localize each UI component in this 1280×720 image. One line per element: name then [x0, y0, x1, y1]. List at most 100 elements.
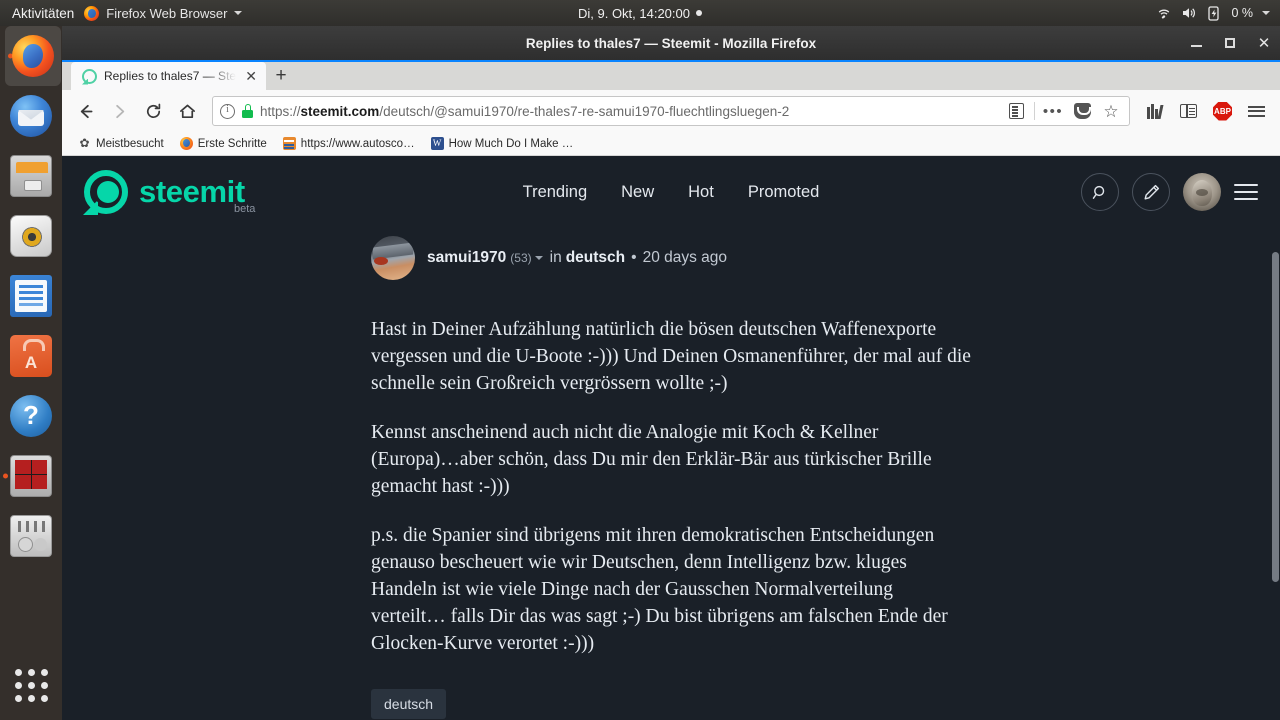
- post-paragraph: Hast in Deiner Aufzählung natürlich die …: [371, 319, 971, 394]
- firefox-icon: [84, 5, 100, 21]
- browser-tab[interactable]: Replies to thales7 — Ste ✕: [71, 62, 267, 90]
- dock-item-settings[interactable]: [0, 506, 62, 566]
- menu-icon[interactable]: [1234, 179, 1258, 205]
- battery-icon: [1208, 6, 1220, 21]
- steemit-header: steemit beta Trending New Hot Promoted: [62, 156, 1280, 228]
- rhythmbox-icon: [10, 215, 52, 257]
- autoscout-icon: [282, 137, 296, 150]
- url-path: /deutsch/@samui1970/re-thales7-re-samui1…: [379, 103, 790, 119]
- author-name[interactable]: samui1970: [427, 249, 506, 267]
- pocket-icon[interactable]: [1071, 100, 1093, 122]
- dock-item-help[interactable]: [0, 386, 62, 446]
- new-tab-button[interactable]: +: [266, 62, 296, 90]
- site-info-icon[interactable]: [220, 103, 235, 119]
- steemit-page: steemit beta Trending New Hot Promoted s…: [62, 156, 1280, 720]
- settings-icon: [10, 515, 52, 557]
- post-header: samui1970 (53) in deutsch • 20 days ago: [371, 228, 971, 280]
- dock-item-files[interactable]: [0, 146, 62, 206]
- tag-deutsch[interactable]: deutsch: [371, 689, 447, 719]
- back-icon[interactable]: [70, 96, 101, 127]
- bookmark-item-erste-schritte[interactable]: Erste Schritte: [174, 135, 273, 152]
- navigation-toolbar: https://steemit.com/deutsch/@samui1970/r…: [62, 90, 1280, 132]
- post-body: Hast in Deiner Aufzählung natürlich die …: [371, 316, 971, 657]
- url-bar[interactable]: https://steemit.com/deutsch/@samui1970/r…: [212, 96, 1130, 126]
- post-paragraph: p.s. die Spanier sind übrigens mit ihren…: [371, 525, 948, 654]
- create-post-icon[interactable]: [1132, 173, 1170, 211]
- site-icon: W: [430, 137, 444, 150]
- window-titlebar: Replies to thales7 — Steemit - Mozilla F…: [62, 26, 1280, 60]
- dock-item-libreoffice-writer[interactable]: [0, 266, 62, 326]
- dock-item-terminal[interactable]: [0, 446, 62, 506]
- steemit-favicon-icon: [82, 68, 97, 84]
- avatar[interactable]: [1183, 173, 1221, 211]
- author-avatar[interactable]: [371, 236, 415, 280]
- firefox-window: Replies to thales7 — Steemit - Mozilla F…: [62, 26, 1280, 720]
- battery-percent-label: 0 %: [1231, 6, 1253, 20]
- files-icon: [10, 155, 52, 197]
- search-icon[interactable]: [1081, 173, 1119, 211]
- help-icon: [10, 395, 52, 437]
- scrollbar-thumb[interactable]: [1272, 252, 1279, 582]
- url-text[interactable]: https://steemit.com/deutsch/@samui1970/r…: [260, 104, 998, 119]
- thunderbird-icon: [10, 95, 52, 137]
- home-icon[interactable]: [172, 96, 203, 127]
- bookmark-star-icon[interactable]: ☆: [1100, 100, 1122, 122]
- post-content-area: samui1970 (53) in deutsch • 20 days ago …: [62, 228, 1280, 719]
- url-host: steemit.com: [300, 103, 380, 119]
- activities-button[interactable]: Aktivitäten: [12, 6, 74, 21]
- nav-item-new[interactable]: New: [621, 183, 654, 202]
- bookmark-label: Meistbesucht: [96, 137, 164, 150]
- window-title: Replies to thales7 — Steemit - Mozilla F…: [525, 35, 817, 51]
- bookmark-item-how-much-do-i-make[interactable]: W How Much Do I Make …: [425, 135, 580, 152]
- status-menu[interactable]: 0 %: [1156, 5, 1270, 21]
- show-applications-button[interactable]: [0, 658, 62, 712]
- reader-mode-icon[interactable]: [1005, 100, 1027, 122]
- firefox-icon: [179, 137, 193, 150]
- lock-icon: [242, 104, 253, 118]
- wifi-icon: [1159, 9, 1170, 19]
- chevron-down-icon[interactable]: [534, 256, 543, 260]
- post-timestamp[interactable]: 20 days ago: [643, 249, 727, 267]
- in-label: in: [549, 249, 562, 266]
- adblock-plus-icon[interactable]: ABP: [1207, 96, 1238, 127]
- close-button[interactable]: ✕: [1256, 35, 1272, 51]
- app-grid-icon: [14, 668, 48, 702]
- app-menu-button[interactable]: Firefox Web Browser: [84, 5, 243, 21]
- tab-title: Replies to thales7 — Ste: [104, 69, 237, 83]
- app-menu-label: Firefox Web Browser: [106, 5, 228, 21]
- toolbar-divider: [1034, 102, 1035, 120]
- bookmarks-toolbar: ✿ Meistbesucht Erste Schritte https://ww…: [62, 132, 1280, 156]
- maximize-button[interactable]: [1222, 35, 1238, 51]
- page-actions-icon[interactable]: •••: [1042, 100, 1064, 122]
- dock-item-thunderbird[interactable]: [0, 86, 62, 146]
- page-scrollbar[interactable]: [1271, 156, 1280, 720]
- post-category[interactable]: deutsch: [566, 249, 625, 267]
- menu-icon[interactable]: [1241, 96, 1272, 127]
- bookmark-item-autoscout[interactable]: https://www.autosco…: [277, 135, 421, 152]
- forward-icon[interactable]: [104, 96, 135, 127]
- meta-separator: •: [631, 249, 637, 266]
- ubuntu-dock: [0, 26, 62, 720]
- library-icon[interactable]: [1139, 96, 1170, 127]
- nav-item-promoted[interactable]: Promoted: [748, 183, 820, 202]
- ubuntu-software-icon: [10, 335, 52, 377]
- minimize-button[interactable]: [1188, 35, 1204, 51]
- steemit-logo[interactable]: steemit beta: [83, 170, 255, 215]
- beta-label: beta: [234, 203, 256, 215]
- dock-item-firefox[interactable]: [4, 26, 61, 86]
- sidebar-icon[interactable]: [1173, 96, 1204, 127]
- steemit-logo-icon: [83, 170, 128, 215]
- nav-item-hot[interactable]: Hot: [688, 183, 714, 202]
- dock-item-rhythmbox[interactable]: [0, 206, 62, 266]
- bookmark-item-meistbesucht[interactable]: ✿ Meistbesucht: [72, 135, 170, 152]
- nav-item-trending[interactable]: Trending: [523, 183, 588, 202]
- steemit-header-actions: [1081, 173, 1258, 211]
- tab-close-icon[interactable]: ✕: [243, 68, 259, 85]
- firefox-icon: [11, 35, 54, 77]
- post-meta: samui1970 (53) in deutsch • 20 days ago: [427, 249, 727, 267]
- bookmark-label: How Much Do I Make …: [448, 137, 574, 150]
- chevron-down-icon[interactable]: [1262, 11, 1270, 15]
- reload-icon[interactable]: [138, 96, 169, 127]
- post: samui1970 (53) in deutsch • 20 days ago …: [371, 228, 971, 719]
- dock-item-ubuntu-software[interactable]: [0, 326, 62, 386]
